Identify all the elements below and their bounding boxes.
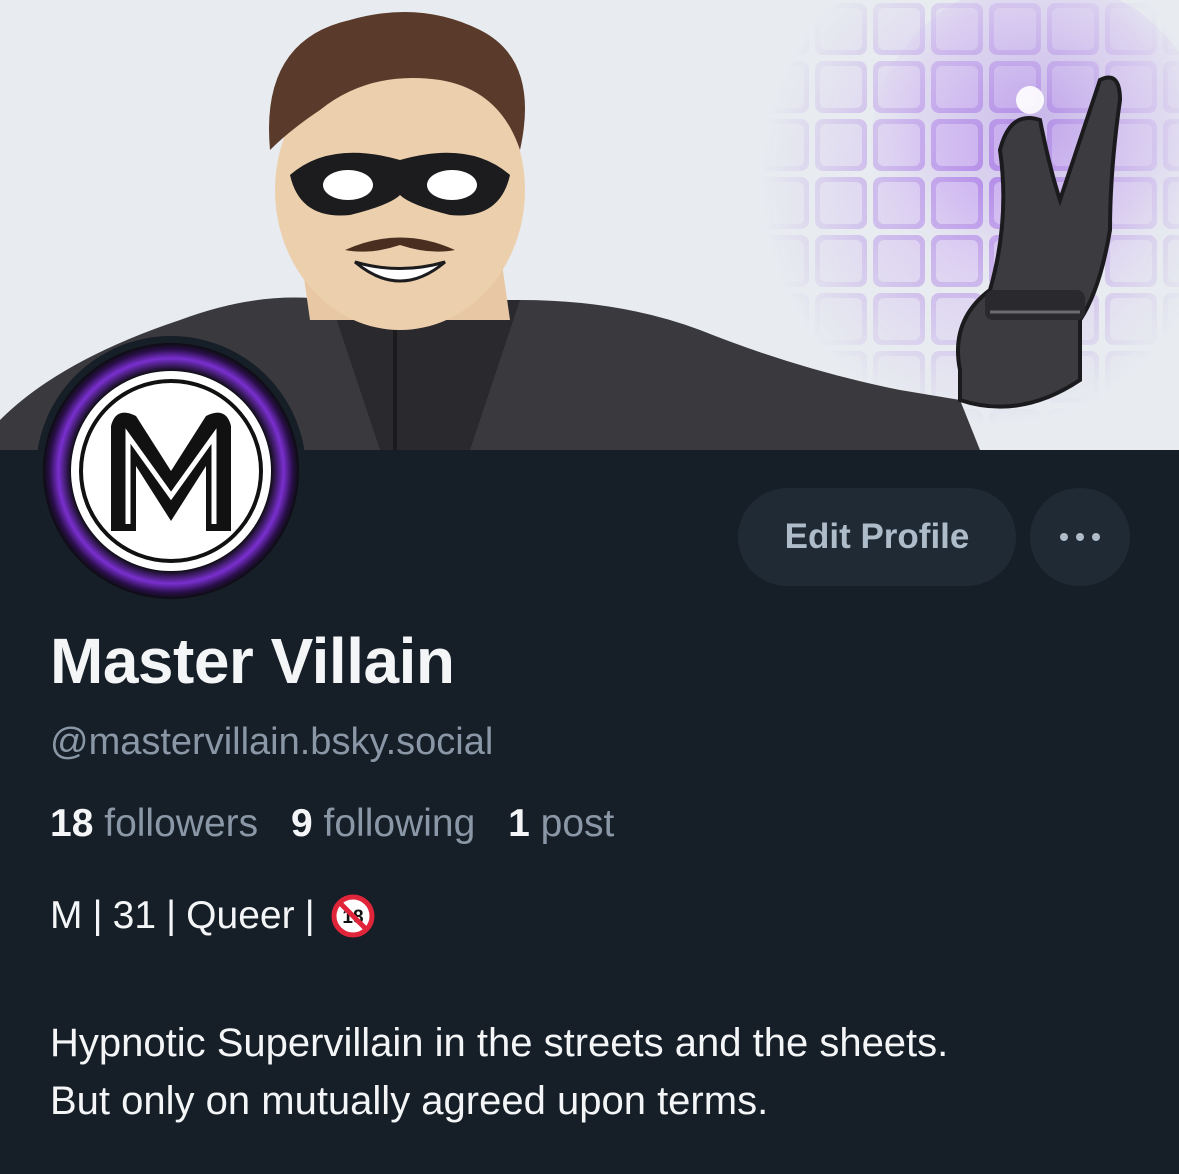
ellipsis-icon bbox=[1060, 533, 1068, 541]
profile-stats: 18 followers 9 following 1 post bbox=[50, 802, 636, 846]
profile-tags: M | 31 | Queer | 18 bbox=[50, 894, 375, 938]
avatar[interactable] bbox=[36, 336, 306, 606]
no-under-18-icon: 18 bbox=[331, 894, 375, 938]
bio-line: Hypnotic Supervillain in the streets and… bbox=[50, 1021, 949, 1065]
bio-line: But only on mutually agreed upon terms. bbox=[50, 1079, 769, 1123]
profile-bio: Hypnotic Supervillain in the streets and… bbox=[50, 1014, 1150, 1130]
posts-label: post bbox=[540, 802, 615, 845]
display-name: Master Villain bbox=[50, 625, 455, 697]
tag-separator: | bbox=[304, 894, 315, 937]
m-logo-avatar bbox=[43, 343, 299, 599]
more-options-button[interactable] bbox=[1030, 488, 1130, 586]
followers-count: 18 bbox=[50, 802, 94, 845]
following-label: following bbox=[323, 802, 476, 845]
tag-separator: | bbox=[92, 894, 103, 937]
following-link[interactable]: 9 following bbox=[291, 802, 475, 845]
tag-gender: M bbox=[50, 894, 83, 937]
tag-age: 31 bbox=[112, 894, 157, 937]
tag-identity: Queer bbox=[186, 894, 295, 937]
tag-separator: | bbox=[166, 894, 177, 937]
followers-link[interactable]: 18 followers bbox=[50, 802, 258, 845]
followers-label: followers bbox=[104, 802, 259, 845]
ellipsis-dot bbox=[1076, 533, 1084, 541]
posts-stat: 1 post bbox=[508, 802, 614, 845]
edit-profile-button[interactable]: Edit Profile bbox=[738, 488, 1016, 586]
profile-handle: @mastervillain.bsky.social bbox=[50, 721, 494, 763]
posts-count: 1 bbox=[508, 802, 530, 845]
ellipsis-dot bbox=[1092, 533, 1100, 541]
following-count: 9 bbox=[290, 802, 313, 845]
